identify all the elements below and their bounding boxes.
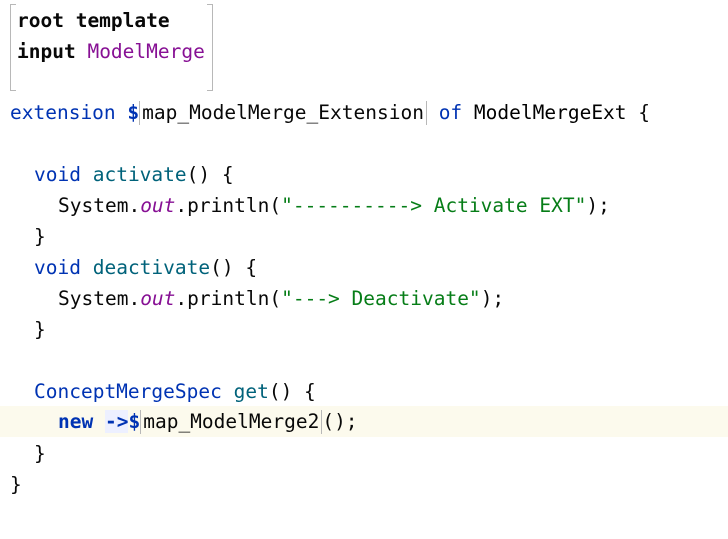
activate-method-header: void activate() {: [34, 159, 234, 190]
void-keyword-2: void: [34, 256, 81, 279]
input-keyword: input: [17, 40, 76, 63]
void-keyword: void: [34, 163, 81, 186]
deactivate-parens: () {: [210, 256, 258, 279]
deactivate-close-brace: }: [34, 318, 46, 341]
println-call: .println(: [175, 194, 282, 217]
println-call-2: .println(: [175, 287, 282, 310]
mapping-label-reference[interactable]: map_ModelMerge_Extension: [139, 101, 427, 125]
call-end: ();: [322, 410, 358, 433]
mapping-label-reference-2[interactable]: map_ModelMerge2: [140, 410, 323, 434]
macro-dollar: $: [127, 101, 140, 124]
statement-end-2: );: [480, 287, 505, 310]
deactivate-method-header: void deactivate() {: [34, 252, 257, 283]
extension-close-brace: }: [10, 473, 22, 496]
arrow-operator: ->: [104, 410, 129, 433]
activate-println-statement[interactable]: System.out.println("----------> Activate…: [58, 190, 610, 221]
deactivate-println-statement[interactable]: System.out.println("---> Deactivate");: [58, 283, 504, 314]
activate-parens: () {: [186, 163, 234, 186]
get-close-brace: }: [34, 442, 46, 465]
deactivate-method-name[interactable]: deactivate: [93, 256, 210, 279]
get-method-header: ConceptMergeSpec get() {: [34, 376, 316, 407]
template-header-box: root template input ModelMerge: [10, 4, 213, 91]
deactivate-string-literal: "---> Deactivate": [281, 287, 481, 310]
input-line: input ModelMerge: [17, 36, 205, 67]
new-reference-statement[interactable]: new ->$ map_ModelMerge2 ();: [58, 406, 358, 437]
out-field: out: [140, 194, 176, 217]
extension-type[interactable]: ModelMergeExt: [474, 101, 627, 124]
of-keyword: of: [438, 101, 463, 124]
extension-declaration: extension $ map_ModelMerge_Extension of M…: [10, 97, 650, 128]
out-field-2: out: [140, 287, 176, 310]
activate-string-literal: "----------> Activate EXT": [281, 194, 587, 217]
concept-merge-spec-type[interactable]: ConceptMergeSpec: [34, 380, 222, 403]
extension-keyword: extension: [10, 101, 116, 124]
macro-dollar-2: $: [128, 410, 141, 433]
open-brace: {: [638, 101, 651, 124]
root-template-line: root template: [17, 5, 170, 36]
get-method-name[interactable]: get: [234, 380, 269, 403]
input-model-name[interactable]: ModelMerge: [87, 40, 204, 63]
root-template-keyword: root template: [17, 9, 170, 32]
system-class: System.: [58, 194, 141, 217]
statement-end: );: [586, 194, 610, 217]
system-class-2: System.: [58, 287, 141, 310]
get-parens: () {: [268, 380, 316, 403]
code-editor[interactable]: root template input ModelMerge extension…: [0, 0, 728, 539]
activate-close-brace: }: [34, 225, 46, 248]
activate-method-name[interactable]: activate: [93, 163, 187, 186]
new-keyword: new: [58, 410, 94, 433]
